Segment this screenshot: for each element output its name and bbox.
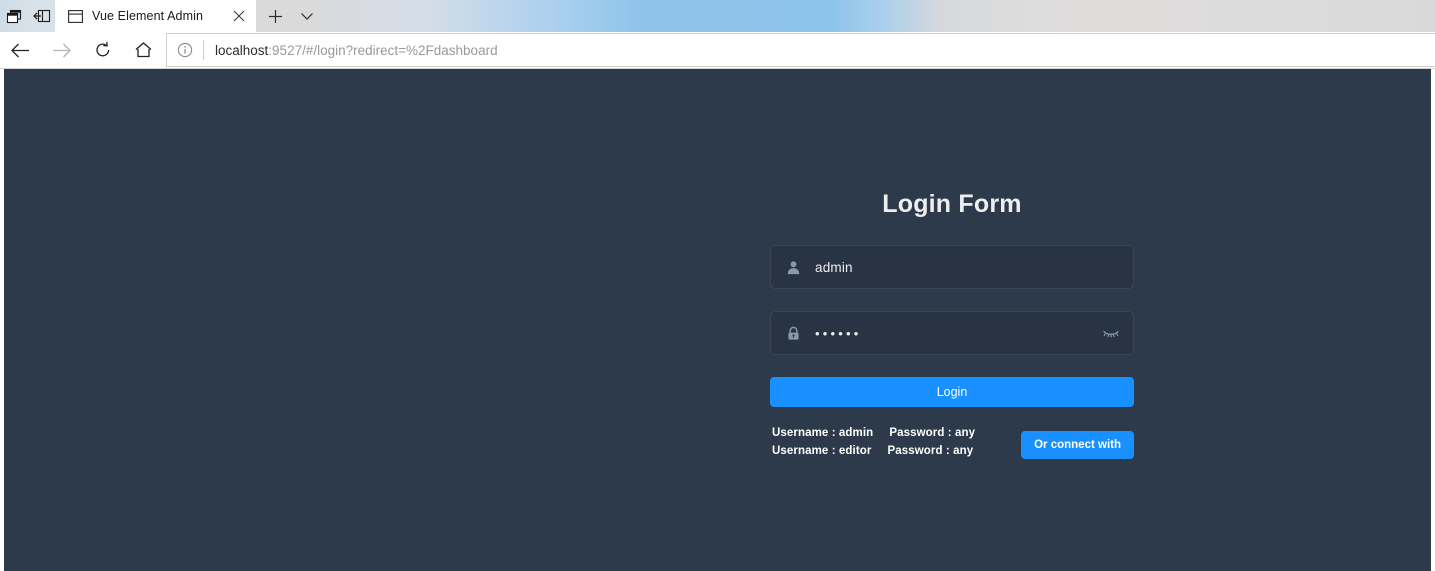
info-circle-icon[interactable] — [167, 34, 203, 66]
username-input[interactable] — [815, 246, 1133, 288]
login-page: Login Form admin •••••• Login Username:… — [4, 69, 1431, 571]
page-title: Login Form — [882, 190, 1022, 218]
url-path: :9527/#/login?redirect=%2Fdashboard — [268, 42, 498, 58]
tabstrip-left-tools — [0, 0, 55, 32]
arrow-left-icon[interactable] — [0, 32, 41, 68]
browser-tab-title: Vue Element Admin — [92, 9, 204, 23]
credentials-line-admin: Username : admin Password : any — [772, 427, 975, 439]
password-form-item[interactable] — [770, 311, 1134, 355]
address-bar[interactable]: localhost:9527/#/login?redirect=%2Fdashb… — [166, 33, 1435, 67]
third-party-login-button[interactable]: Or connect with — [1021, 431, 1134, 459]
url-host: localhost — [215, 42, 269, 58]
tab-stack-icon[interactable] — [2, 2, 28, 30]
tab-strip: Vue Element Admin — [0, 0, 1435, 32]
credentials-password-admin: Password : any — [889, 427, 976, 439]
password-input[interactable] — [815, 312, 1089, 354]
navigation-toolbar: localhost:9527/#/login?redirect=%2Fdashb… — [0, 32, 1435, 68]
user-icon — [771, 260, 815, 275]
browser-tab-active[interactable]: Vue Element Admin — [55, 0, 256, 32]
demo-credentials: Username : admin Password : any Username … — [772, 427, 975, 463]
close-icon[interactable] — [228, 5, 250, 27]
login-tips-row: Username : admin Password : any Username … — [770, 427, 1134, 471]
chevron-down-icon[interactable] — [293, 2, 321, 30]
lock-icon — [771, 326, 815, 341]
browser-chrome: Vue Element Admin localhost:9527/#/login… — [0, 0, 1435, 69]
login-button[interactable]: Login — [770, 377, 1134, 407]
credentials-line-editor: Username : editor Password : any — [772, 445, 975, 457]
arrow-right-icon — [41, 32, 82, 68]
login-form: Login Form admin •••••• Login Username:… — [770, 190, 1134, 471]
credentials-username-admin: Username : admin — [772, 427, 874, 439]
refresh-icon[interactable] — [82, 32, 123, 68]
home-icon[interactable] — [123, 32, 164, 68]
page-window-icon — [67, 8, 83, 24]
credentials-password-editor: Password : any — [887, 445, 974, 457]
new-tab-button[interactable] — [261, 2, 289, 30]
browser-window: Vue Element Admin localhost:9527/#/login… — [0, 0, 1435, 571]
address-bar-url: localhost:9527/#/login?redirect=%2Fdashb… — [204, 43, 498, 58]
set-tabs-aside-icon[interactable] — [30, 2, 56, 30]
credentials-username-editor: Username : editor — [772, 445, 872, 457]
eye-closed-icon[interactable] — [1089, 327, 1133, 340]
username-form-item[interactable] — [770, 245, 1134, 289]
page-viewport: Login Form admin •••••• Login Username:… — [4, 69, 1431, 571]
